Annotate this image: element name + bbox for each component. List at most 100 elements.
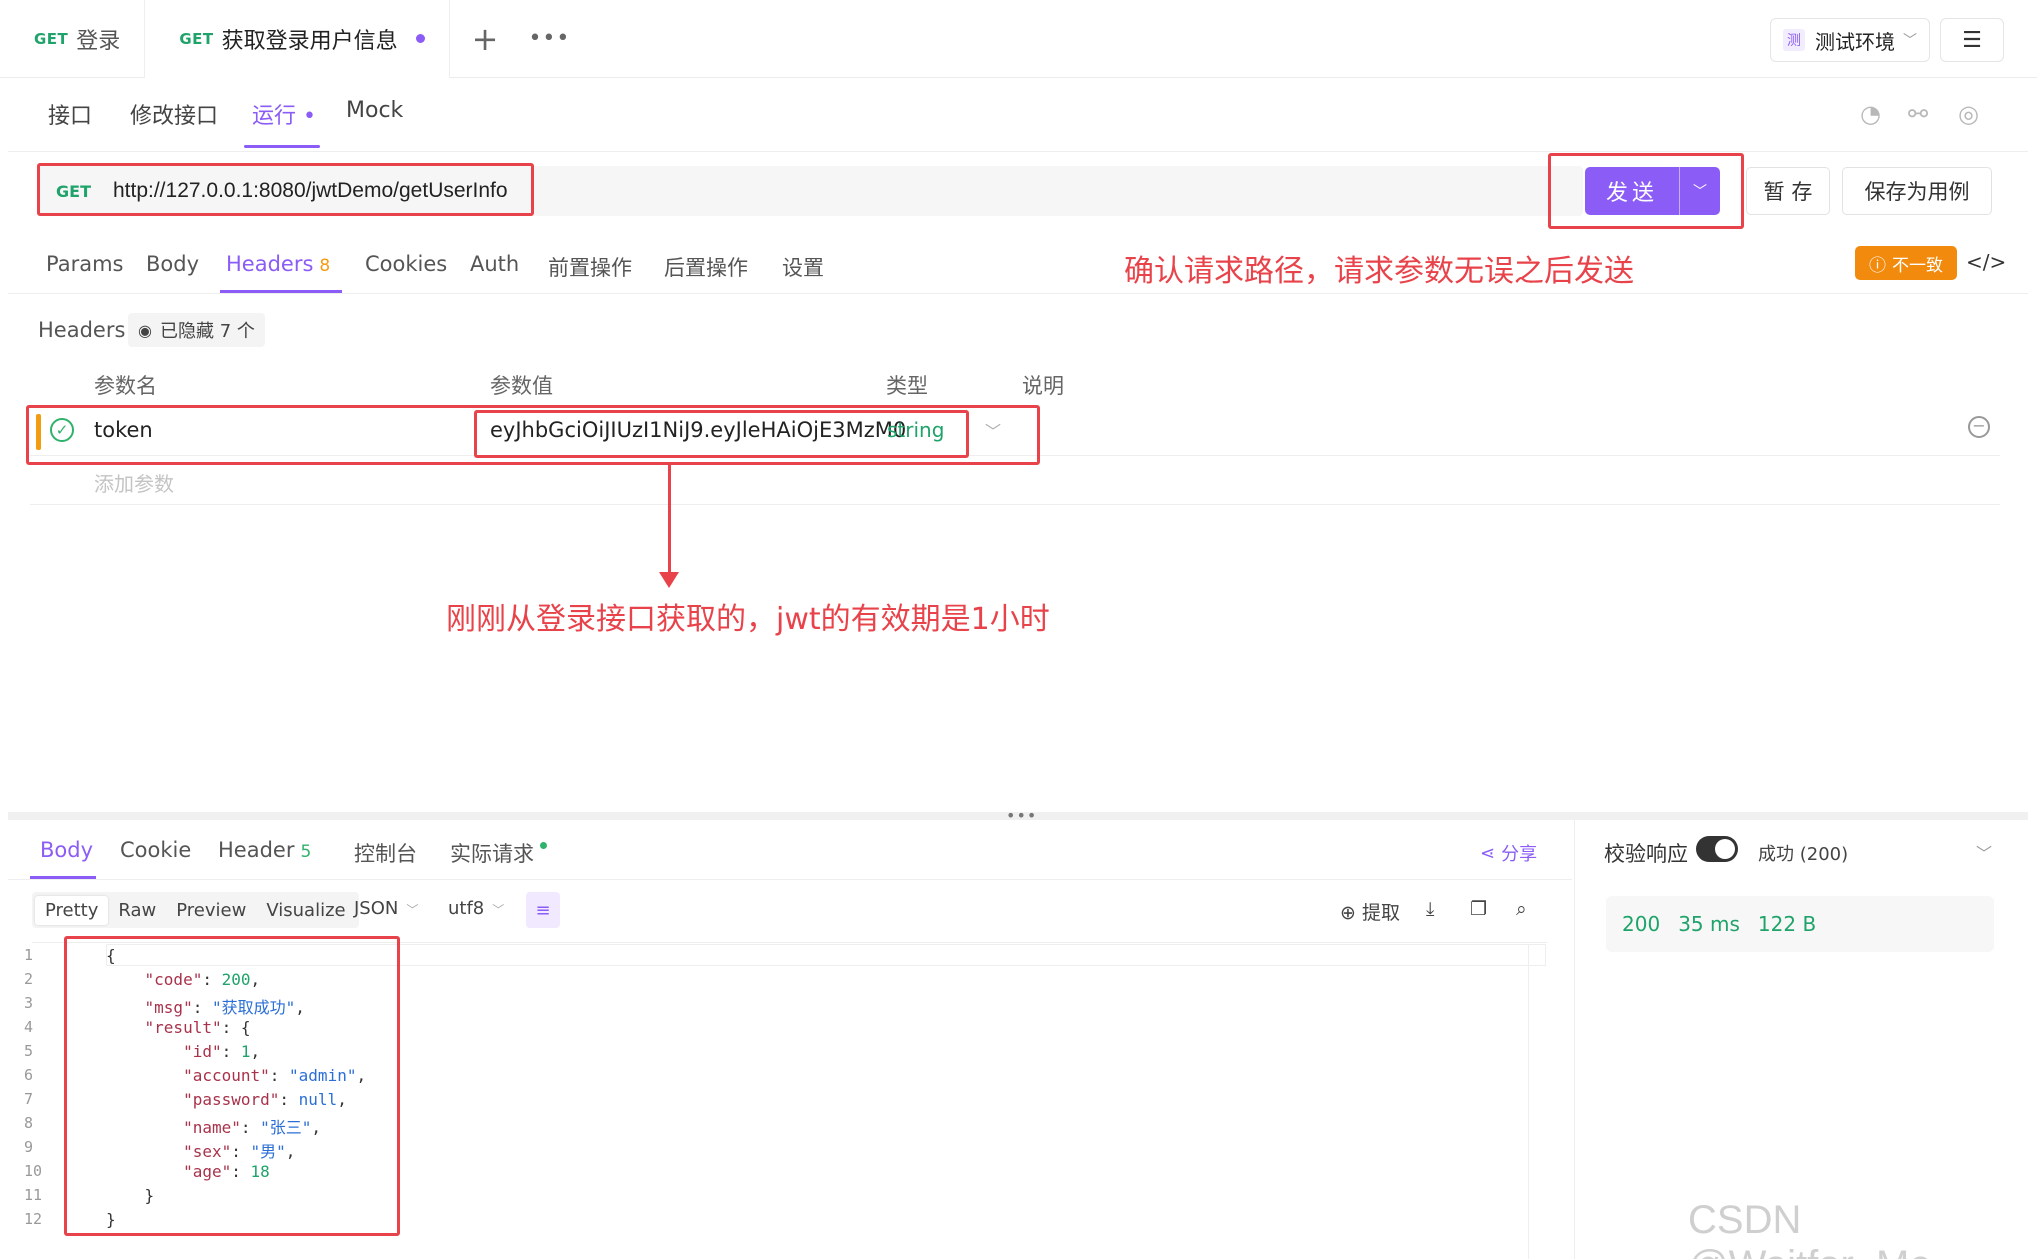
response-stats: 200 35 ms 122 B — [1606, 896, 1994, 952]
annotation-box-value — [474, 410, 969, 458]
language-select[interactable]: JSON ﹀ — [354, 898, 418, 919]
column-header-value: 参数值 — [490, 374, 553, 398]
format-raw[interactable]: Raw — [108, 896, 166, 925]
env-label: 测试环境 — [1815, 29, 1895, 54]
save-as-case-button[interactable]: 保存为用例 — [1842, 167, 1992, 215]
divider — [1574, 820, 1575, 1259]
tab-post-ops[interactable]: 后置操作 — [664, 252, 748, 282]
tab-response-header[interactable]: Header 5 — [218, 838, 311, 862]
chevron-down-icon: ﹀ — [406, 903, 419, 917]
mismatch-label: 不一致 — [1892, 255, 1943, 276]
menu-icon[interactable]: ☰ — [1940, 18, 2004, 62]
headers-label: Headers — [38, 318, 126, 342]
extract-button[interactable]: ⊕ 提取 — [1340, 898, 1400, 925]
scrollbar[interactable] — [1528, 944, 1546, 1259]
annotation-box-response — [64, 936, 400, 1236]
response-time: 35 ms — [1678, 912, 1740, 936]
tab-response-body[interactable]: Body — [40, 838, 93, 862]
annotation-arrow — [668, 465, 671, 575]
hidden-headers-toggle[interactable]: ◉ 已隐藏 7 个 — [128, 313, 265, 347]
line-number: 4 — [24, 1018, 34, 1036]
column-header-description: 说明 — [1022, 374, 1064, 398]
line-number: 2 — [24, 970, 34, 988]
response-header-count: 5 — [300, 842, 312, 862]
more-tabs-icon[interactable]: ••• — [528, 26, 570, 51]
hidden-label: 已隐藏 7 个 — [159, 321, 255, 342]
divider — [8, 151, 2028, 152]
add-tab-icon[interactable]: + — [472, 20, 499, 58]
format-preview[interactable]: Preview — [166, 896, 256, 925]
annotation-arrow-head — [659, 572, 679, 588]
wrap-lines-icon[interactable]: ≡ — [526, 892, 560, 928]
tab-console[interactable]: 控制台 — [354, 838, 417, 868]
line-number: 3 — [24, 994, 34, 1012]
encoding-label: utf8 — [448, 898, 485, 919]
tab-params[interactable]: Params — [46, 252, 124, 276]
tab-edit-api[interactable]: 修改接口 — [130, 98, 218, 130]
tab-headers-label: Headers — [226, 252, 314, 276]
history-icon[interactable]: ◔ — [1860, 100, 1881, 128]
watermark: CSDN @Waitfor_Me — [1688, 1198, 1932, 1259]
unsaved-dot-icon — [415, 34, 425, 43]
tab-mock[interactable]: Mock — [346, 98, 403, 123]
format-pretty[interactable]: Pretty — [35, 895, 109, 925]
tab-auth[interactable]: Auth — [470, 252, 519, 276]
tab-headers[interactable]: Headers 8 — [226, 252, 330, 276]
annotation-box-send — [1548, 153, 1744, 229]
tab-actual-request[interactable]: 实际请求 — [450, 838, 547, 868]
extract-icon: ⊕ — [1340, 902, 1356, 924]
divider — [8, 293, 2028, 294]
mismatch-badge[interactable]: ⓘ 不一致 — [1855, 246, 1957, 280]
language-label: JSON — [354, 898, 399, 919]
response-size: 122 B — [1757, 912, 1817, 936]
warning-icon: ⓘ — [1869, 255, 1886, 276]
share-button[interactable]: ⋖ 分享 — [1480, 840, 1537, 866]
request-tab-login[interactable]: GET 登录 — [0, 0, 144, 78]
request-tab-bar: GET 登录 GET 获取登录用户信息 + ••• — [0, 0, 2037, 78]
share-link-icon[interactable]: ⚯ — [1908, 100, 1928, 128]
format-visualize[interactable]: Visualize — [256, 896, 355, 925]
remove-row-icon[interactable]: − — [1968, 416, 1990, 438]
tab-actual-request-label: 实际请求 — [450, 842, 534, 866]
environment-selector[interactable]: 测 测试环境 ﹀ — [1770, 18, 1930, 62]
tab-label: 获取登录用户信息 — [221, 28, 398, 54]
tab-body[interactable]: Body — [146, 252, 199, 276]
annotation-send: 确认请求路径，请求参数无误之后发送 — [1124, 254, 1634, 289]
request-tab-get-user-info[interactable]: GET 获取登录用户信息 — [144, 0, 450, 78]
line-number: 8 — [24, 1114, 34, 1132]
code-icon[interactable]: </> — [1966, 250, 2006, 274]
verify-response-label: 校验响应 — [1604, 842, 1688, 866]
chevron-down-icon: ﹀ — [492, 903, 505, 917]
status-dot-icon — [540, 842, 547, 849]
copy-icon[interactable]: ❐ — [1470, 898, 1487, 920]
tab-response-header-label: Header — [218, 838, 295, 862]
verify-toggle[interactable] — [1696, 836, 1738, 862]
share-label: 分享 — [1501, 844, 1538, 865]
chevron-down-icon[interactable]: ﹀ — [1976, 840, 1992, 864]
tab-settings[interactable]: 设置 — [782, 252, 824, 282]
line-number: 12 — [24, 1210, 43, 1228]
tab-method: GET — [179, 29, 214, 48]
tab-api[interactable]: 接口 — [48, 98, 92, 130]
tab-run[interactable]: 运行 • — [252, 98, 316, 130]
extract-label: 提取 — [1361, 902, 1400, 924]
drag-dots-icon[interactable]: ••• — [1006, 806, 1037, 825]
settings-icon[interactable]: ◎ — [1958, 100, 1979, 128]
tab-method: GET — [34, 29, 69, 48]
save-draft-button[interactable]: 暂 存 — [1746, 167, 1830, 215]
tab-cookies[interactable]: Cookies — [365, 252, 447, 276]
search-icon[interactable]: ⌕ — [1516, 898, 1527, 920]
format-switch: Pretty Raw Preview Visualize — [32, 892, 359, 928]
tab-response-cookie[interactable]: Cookie — [120, 838, 191, 862]
line-number: 1 — [24, 946, 34, 964]
download-icon[interactable]: ⤓ — [1426, 898, 1434, 920]
add-param-input[interactable]: 添加参数 — [94, 468, 174, 497]
active-tab-underline — [244, 145, 320, 148]
tab-pre-ops[interactable]: 前置操作 — [548, 252, 632, 282]
encoding-select[interactable]: utf8 ﹀ — [448, 898, 504, 919]
line-number: 5 — [24, 1042, 34, 1060]
line-number: 6 — [24, 1066, 34, 1084]
tab-run-label: 运行 — [252, 104, 297, 129]
share-icon: ⋖ — [1480, 842, 1496, 864]
annotation-box-url — [37, 163, 534, 216]
